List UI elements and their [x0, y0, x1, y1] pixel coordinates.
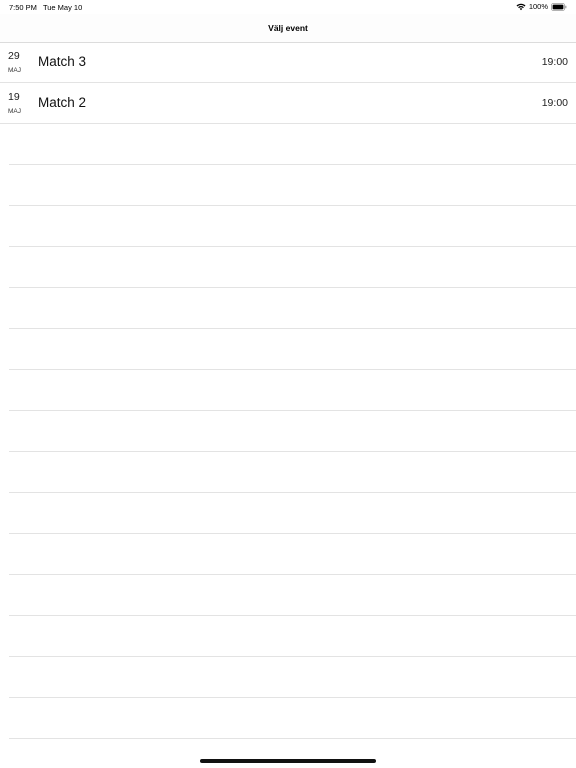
status-left: 7:50 PM Tue May 10	[9, 3, 82, 12]
battery-icon	[551, 2, 567, 11]
screen: 7:50 PM Tue May 10 100% Välj event 29 MA…	[0, 0, 576, 768]
event-month: MAJ	[8, 67, 21, 74]
empty-row	[9, 247, 576, 288]
empty-row	[9, 534, 576, 575]
event-month: MAJ	[8, 108, 21, 115]
navigation-bar: Välj event	[0, 14, 576, 43]
wifi-icon	[516, 3, 526, 11]
event-time: 19:00	[541, 56, 568, 68]
event-title: Match 2	[38, 95, 87, 110]
empty-row	[9, 329, 576, 370]
event-list[interactable]: 29 MAJ Match 3 19:00 19 MAJ Match 2 19:0…	[0, 42, 576, 739]
empty-row	[9, 124, 576, 165]
empty-row	[9, 698, 576, 739]
event-time: 19:00	[541, 97, 568, 109]
empty-row	[9, 165, 576, 206]
empty-row	[9, 288, 576, 329]
event-day: 19	[8, 91, 20, 103]
status-right: 100%	[516, 2, 567, 11]
status-date: Tue May 10	[42, 3, 83, 12]
empty-row	[9, 657, 576, 698]
status-time: 7:50 PM	[9, 3, 37, 12]
event-row-match-2[interactable]: 19 MAJ Match 2 19:00	[0, 83, 576, 124]
event-day: 29	[8, 50, 20, 62]
empty-row	[9, 452, 576, 493]
battery-percent: 100%	[528, 2, 548, 11]
empty-row	[9, 493, 576, 534]
empty-row	[9, 411, 576, 452]
empty-row	[9, 206, 576, 247]
event-title: Match 3	[38, 54, 87, 69]
status-bar: 7:50 PM Tue May 10 100%	[0, 0, 576, 14]
empty-row	[9, 575, 576, 616]
home-indicator[interactable]	[200, 759, 376, 763]
page-title: Välj event	[268, 23, 308, 33]
empty-row	[9, 370, 576, 411]
event-row-match-3[interactable]: 29 MAJ Match 3 19:00	[0, 42, 576, 83]
empty-row	[9, 616, 576, 657]
